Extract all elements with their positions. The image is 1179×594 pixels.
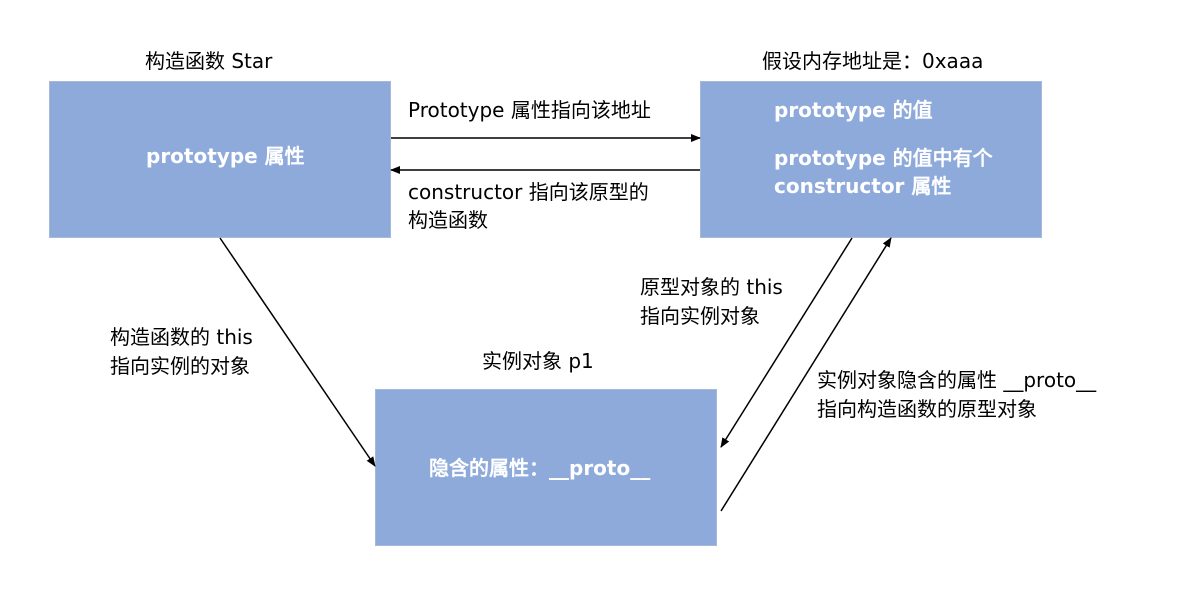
prototype-this-arrow	[720, 237, 853, 448]
arrows-layer	[219, 134, 892, 512]
constructor-this-arrow	[219, 237, 376, 467]
proto-link-arrow	[720, 237, 892, 512]
